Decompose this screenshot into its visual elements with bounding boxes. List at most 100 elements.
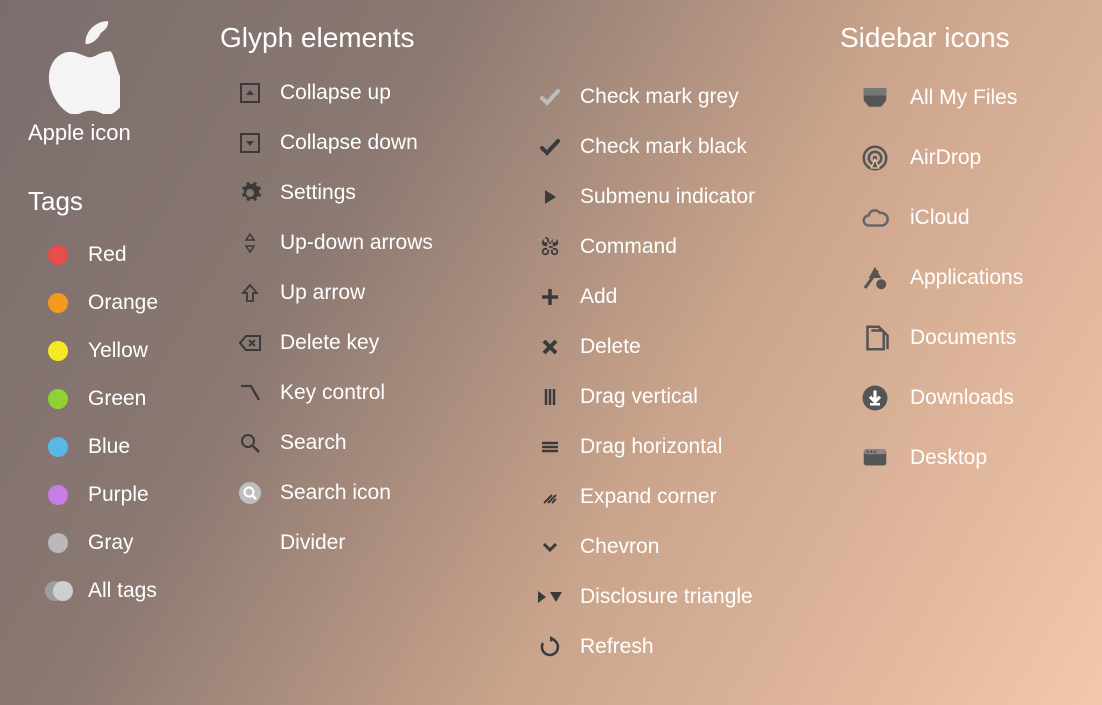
glyph-label: Up-down arrows (280, 231, 433, 255)
tag-green[interactable]: Green (28, 375, 218, 423)
tag-dot-icon (28, 485, 88, 505)
glyph-label: Search (280, 431, 347, 455)
glyph-drag-v[interactable]: Drag vertical (520, 372, 820, 422)
glyph-search-icon[interactable]: Search icon (220, 468, 510, 518)
glyph-label: Delete key (280, 331, 379, 355)
collapse-up-icon (220, 81, 280, 105)
sidebar-airdrop[interactable]: AirDrop (840, 128, 1090, 188)
glyph-label: Settings (280, 181, 356, 205)
tag-orange[interactable]: Orange (28, 279, 218, 327)
tag-label: All tags (88, 579, 157, 603)
tag-dot-icon (28, 341, 88, 361)
key-control-icon (220, 381, 280, 405)
glyph-check-black[interactable]: Check mark black (520, 122, 820, 172)
sidebar-icloud[interactable]: iCloud (840, 188, 1090, 248)
expand-icon (520, 485, 580, 509)
glyph-delete-key[interactable]: Delete key (220, 318, 510, 368)
glyph-delete[interactable]: Delete (520, 322, 820, 372)
glyph-divider[interactable]: Divider (220, 518, 510, 568)
all-my-files-icon (840, 83, 910, 113)
glyph-collapse-down[interactable]: Collapse down (220, 118, 510, 168)
tag-blue[interactable]: Blue (28, 423, 218, 471)
glyph-refresh[interactable]: Refresh (520, 622, 820, 672)
glyph-check-grey[interactable]: Check mark grey (520, 72, 820, 122)
tag-dot-icon (28, 437, 88, 457)
glyph-chevron[interactable]: Chevron (520, 522, 820, 572)
glyph-expand[interactable]: Expand corner (520, 472, 820, 522)
sidebar-applications[interactable]: Applications (840, 248, 1090, 308)
sidebar-label: All My Files (910, 86, 1017, 110)
tag-label: Orange (88, 291, 158, 315)
tag-purple[interactable]: Purple (28, 471, 218, 519)
glyph-disclosure[interactable]: Disclosure triangle (520, 572, 820, 622)
glyph-collapse-up[interactable]: Collapse up (220, 68, 510, 118)
sidebar-downloads[interactable]: Downloads (840, 368, 1090, 428)
tag-label: Red (88, 243, 127, 267)
glyph-command[interactable]: Command (520, 222, 820, 272)
sidebar-label: Downloads (910, 386, 1014, 410)
glyph-label: Drag horizontal (580, 435, 722, 459)
airdrop-icon (840, 143, 910, 173)
search-icon (220, 431, 280, 455)
search-icon-icon (220, 481, 280, 505)
sidebar-label: AirDrop (910, 146, 981, 170)
sidebar-header: Sidebar icons (840, 22, 1090, 54)
glyph-label: Search icon (280, 481, 391, 505)
tag-label: Yellow (88, 339, 148, 363)
tag-dot-icon (28, 245, 88, 265)
tag-yellow[interactable]: Yellow (28, 327, 218, 375)
command-icon (520, 236, 580, 258)
glyph-label: Command (580, 235, 677, 259)
sidebar-all-my-files[interactable]: All My Files (840, 68, 1090, 128)
sidebar-documents[interactable]: Documents (840, 308, 1090, 368)
glyph-label: Chevron (580, 535, 659, 559)
tag-dot-icon (28, 581, 88, 601)
up-arrow-icon (220, 281, 280, 305)
glyph-label: Drag vertical (580, 385, 698, 409)
glyph-up-arrow[interactable]: Up arrow (220, 268, 510, 318)
delete-icon (520, 335, 580, 359)
glyph-add[interactable]: Add (520, 272, 820, 322)
tag-all tags[interactable]: All tags (28, 567, 218, 615)
sidebar-label: Desktop (910, 446, 987, 470)
tag-red[interactable]: Red (28, 231, 218, 279)
glyph-drag-h[interactable]: Drag horizontal (520, 422, 820, 472)
glyphs-section: Glyph elements Collapse up Collapse down… (220, 22, 510, 568)
drag-h-icon (520, 435, 580, 459)
settings-icon (220, 181, 280, 205)
submenu-icon (520, 185, 580, 209)
glyph-label: Delete (580, 335, 641, 359)
chevron-icon (520, 535, 580, 559)
tag-dot-icon (28, 533, 88, 553)
glyph-search[interactable]: Search (220, 418, 510, 468)
glyph-key-control[interactable]: Key control (220, 368, 510, 418)
refresh-icon (520, 635, 580, 659)
glyph-label: Key control (280, 381, 385, 405)
tag-gray[interactable]: Gray (28, 519, 218, 567)
add-icon (520, 285, 580, 309)
sidebar-label: Applications (910, 266, 1023, 290)
glyph-settings[interactable]: Settings (220, 168, 510, 218)
glyph-label: Add (580, 285, 617, 309)
tag-dot-icon (28, 389, 88, 409)
glyph-label: Submenu indicator (580, 185, 755, 209)
sidebar-section: Sidebar icons All My Files AirDrop iClou… (840, 22, 1090, 488)
glyph-up-down-arrows[interactable]: Up-down arrows (220, 218, 510, 268)
sidebar-label: iCloud (910, 206, 970, 230)
glyph-label: Expand corner (580, 485, 717, 509)
desktop-icon (840, 443, 910, 473)
sidebar-desktop[interactable]: Desktop (840, 428, 1090, 488)
glyph-label: Check mark grey (580, 85, 739, 109)
tags-section: Tags Red Orange Yellow Green Blue Purple… (28, 186, 218, 615)
tag-label: Gray (88, 531, 134, 555)
documents-icon (840, 323, 910, 353)
glyphs-section-b: Check mark grey Check mark black Submenu… (520, 72, 820, 672)
up-down-arrows-icon (220, 231, 280, 255)
glyphs-header: Glyph elements (220, 22, 510, 54)
glyph-submenu[interactable]: Submenu indicator (520, 172, 820, 222)
icloud-icon (840, 203, 910, 233)
sidebar-label: Documents (910, 326, 1016, 350)
tag-label: Green (88, 387, 146, 411)
glyph-label: Collapse up (280, 81, 391, 105)
disclosure-icon (520, 585, 580, 609)
